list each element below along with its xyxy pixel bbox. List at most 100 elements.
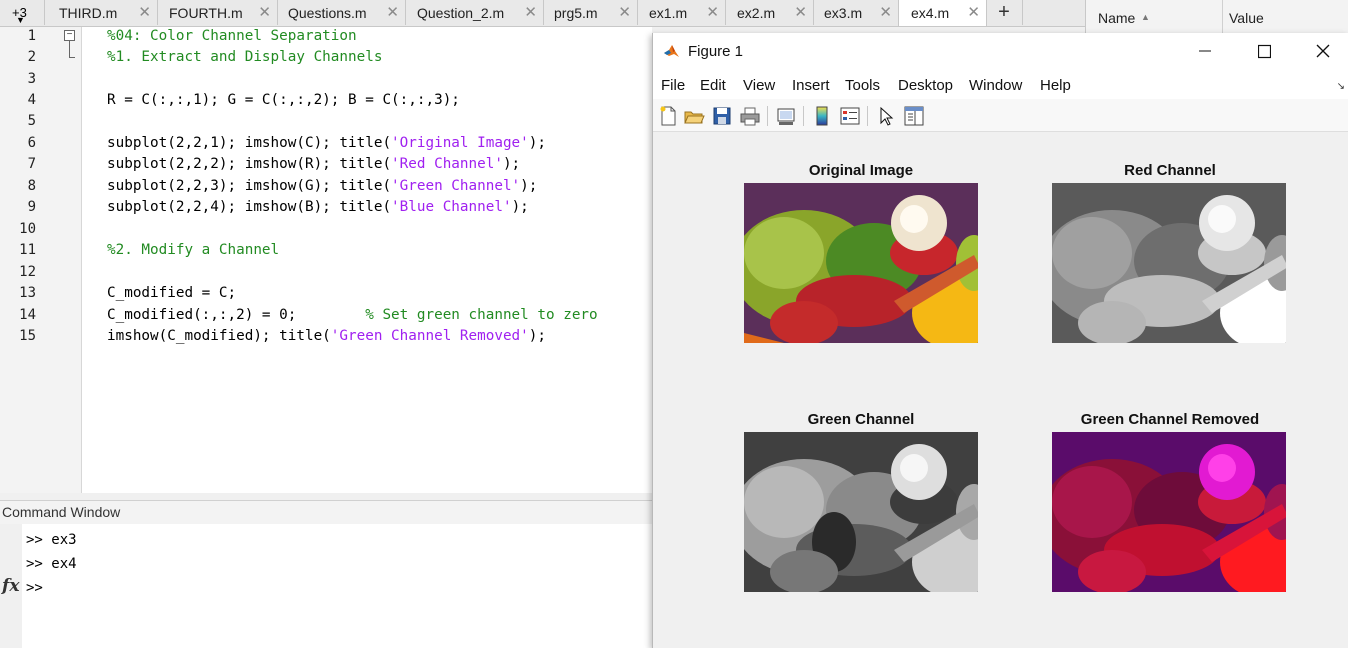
add-tab-button[interactable]: +: [986, 0, 1023, 25]
code-string: 'Original Image': [391, 135, 529, 151]
tab-prg5[interactable]: prg5.m ✕: [544, 0, 638, 25]
line-number: 14: [19, 307, 36, 323]
line-number: 11: [19, 242, 36, 258]
value-column-header[interactable]: Value: [1229, 10, 1264, 26]
toolbar-separator: [803, 106, 804, 126]
tab-label: ex2.m: [737, 5, 776, 21]
minimize-button[interactable]: [1191, 39, 1219, 63]
property-inspector-icon[interactable]: [903, 105, 925, 127]
command-window-title: Command Window: [2, 504, 121, 520]
open-file-icon[interactable]: [683, 105, 705, 127]
menu-desktop[interactable]: Desktop: [898, 77, 953, 94]
tab-ex3[interactable]: ex3.m ✕: [814, 0, 899, 25]
tab-label: prg5.m: [554, 5, 598, 21]
code-fold-toggle[interactable]: −: [64, 30, 75, 41]
command-history-line: >> ex3: [26, 532, 77, 548]
code-line-14: C_modified(:,:,2) = 0; % Set green chann…: [107, 307, 598, 323]
subplot-title-red: Red Channel: [1124, 162, 1216, 179]
tab-label: Questions.m: [288, 5, 367, 21]
tab-ex1[interactable]: ex1.m ✕: [638, 0, 726, 25]
code-text: subplot(2,2,4); imshow(B); title(: [107, 199, 392, 215]
command-prompt[interactable]: >>: [26, 580, 51, 596]
menu-edit[interactable]: Edit: [700, 77, 726, 94]
insert-colorbar-icon[interactable]: [811, 105, 833, 127]
code-line-7: subplot(2,2,2); imshow(R); title('Red Ch…: [107, 156, 520, 172]
close-icon[interactable]: ✕: [524, 3, 537, 21]
matlab-logo-icon: [664, 45, 679, 57]
figure-title-bar[interactable]: Figure 1: [653, 33, 1348, 69]
close-icon[interactable]: ✕: [618, 3, 631, 21]
tab-question-2[interactable]: Question_2.m ✕: [406, 0, 544, 25]
sort-ascending-icon: ▲: [1141, 12, 1150, 22]
tab-label: ex1.m: [649, 5, 688, 21]
command-window[interactable]: >> ex3 >> ex4 >> fx: [0, 524, 652, 648]
tab-ex2[interactable]: ex2.m ✕: [726, 0, 814, 25]
close-icon[interactable]: ✕: [138, 3, 151, 21]
line-number: 1: [27, 28, 36, 44]
maximize-icon: [1257, 44, 1271, 59]
print-icon[interactable]: [739, 105, 761, 127]
code-text: imshow(C_modified); title(: [107, 328, 331, 344]
link-plot-icon[interactable]: [775, 105, 797, 127]
menu-file[interactable]: File: [661, 77, 685, 94]
figure-menu-bar: File Edit View Insert Tools Desktop Wind…: [653, 69, 1348, 99]
tab-label: THIRD.m: [59, 5, 118, 21]
menu-tools[interactable]: Tools: [845, 77, 880, 94]
toolbar-separator: [767, 106, 768, 126]
tab-overflow-menu[interactable]: +3 ▼: [0, 0, 45, 25]
new-figure-icon[interactable]: [657, 105, 679, 127]
close-icon[interactable]: ✕: [794, 3, 807, 21]
close-icon[interactable]: ✕: [386, 3, 399, 21]
function-browser-icon[interactable]: fx: [2, 576, 19, 596]
line-number-gutter: 1 2 3 4 5 6 7 8 9 10 11 12 13 14 15 −: [0, 27, 82, 493]
figure-toolbar: [653, 99, 1348, 132]
insert-legend-icon[interactable]: [839, 105, 861, 127]
tab-questions[interactable]: Questions.m ✕: [278, 0, 406, 25]
fold-guide: [69, 41, 70, 58]
minimize-icon: [1199, 50, 1211, 52]
close-icon[interactable]: ✕: [258, 3, 271, 21]
figure-canvas[interactable]: Original Image Red Channel Green Channel…: [653, 132, 1348, 648]
menu-view[interactable]: View: [743, 77, 775, 94]
save-icon[interactable]: [711, 105, 733, 127]
code-line-8: subplot(2,2,3); imshow(G); title('Green …: [107, 178, 537, 194]
tab-third[interactable]: THIRD.m ✕: [45, 0, 158, 25]
close-icon[interactable]: ✕: [706, 3, 719, 21]
menu-help[interactable]: Help: [1040, 77, 1071, 94]
subplot-title-green-removed: Green Channel Removed: [1080, 411, 1260, 428]
close-window-button[interactable]: [1309, 39, 1337, 63]
chevron-down-icon: ▼: [16, 15, 25, 25]
code-line-11: %2. Modify a Channel: [107, 242, 280, 258]
menu-overflow-icon[interactable]: ↘: [1337, 81, 1345, 92]
menu-window[interactable]: Window: [969, 77, 1022, 94]
code-string: 'Red Channel': [391, 156, 503, 172]
code-string: 'Green Channel Removed': [330, 328, 529, 344]
code-text: subplot(2,2,2); imshow(R); title(: [107, 156, 392, 172]
command-history-line: >> ex4: [26, 556, 77, 572]
line-number: 3: [27, 71, 36, 87]
fold-guide-end: [69, 57, 75, 58]
code-text: );: [528, 135, 546, 151]
tab-ex4[interactable]: ex4.m ✕: [898, 0, 987, 26]
line-number: 6: [27, 135, 36, 151]
line-number: 2: [27, 49, 36, 65]
line-number: 15: [19, 328, 36, 344]
command-window-header: Command Window: [0, 500, 652, 525]
code-comment: % Set green channel to zero: [365, 307, 598, 323]
code-text: );: [520, 178, 538, 194]
code-line-4: R = C(:,:,1); G = C(:,:,2); B = C(:,:,3)…: [107, 92, 460, 108]
menu-insert[interactable]: Insert: [792, 77, 830, 94]
edit-plot-icon[interactable]: [875, 105, 897, 127]
column-divider[interactable]: [1222, 0, 1223, 34]
maximize-button[interactable]: [1250, 39, 1278, 63]
close-icon[interactable]: ✕: [879, 3, 892, 21]
code-line-6: subplot(2,2,1); imshow(C); title('Origin…: [107, 135, 546, 151]
editor-tab-bar: +3 ▼ THIRD.m ✕ FOURTH.m ✕ Questions.m ✕ …: [0, 0, 1085, 27]
code-editor[interactable]: 1 2 3 4 5 6 7 8 9 10 11 12 13 14 15 − %0…: [0, 27, 652, 493]
line-number: 8: [27, 178, 36, 194]
line-number: 10: [19, 221, 36, 237]
code-text: subplot(2,2,3); imshow(G); title(: [107, 178, 392, 194]
name-column-header[interactable]: Name: [1098, 10, 1135, 26]
tab-fourth[interactable]: FOURTH.m ✕: [158, 0, 278, 25]
close-icon[interactable]: ✕: [967, 3, 980, 21]
